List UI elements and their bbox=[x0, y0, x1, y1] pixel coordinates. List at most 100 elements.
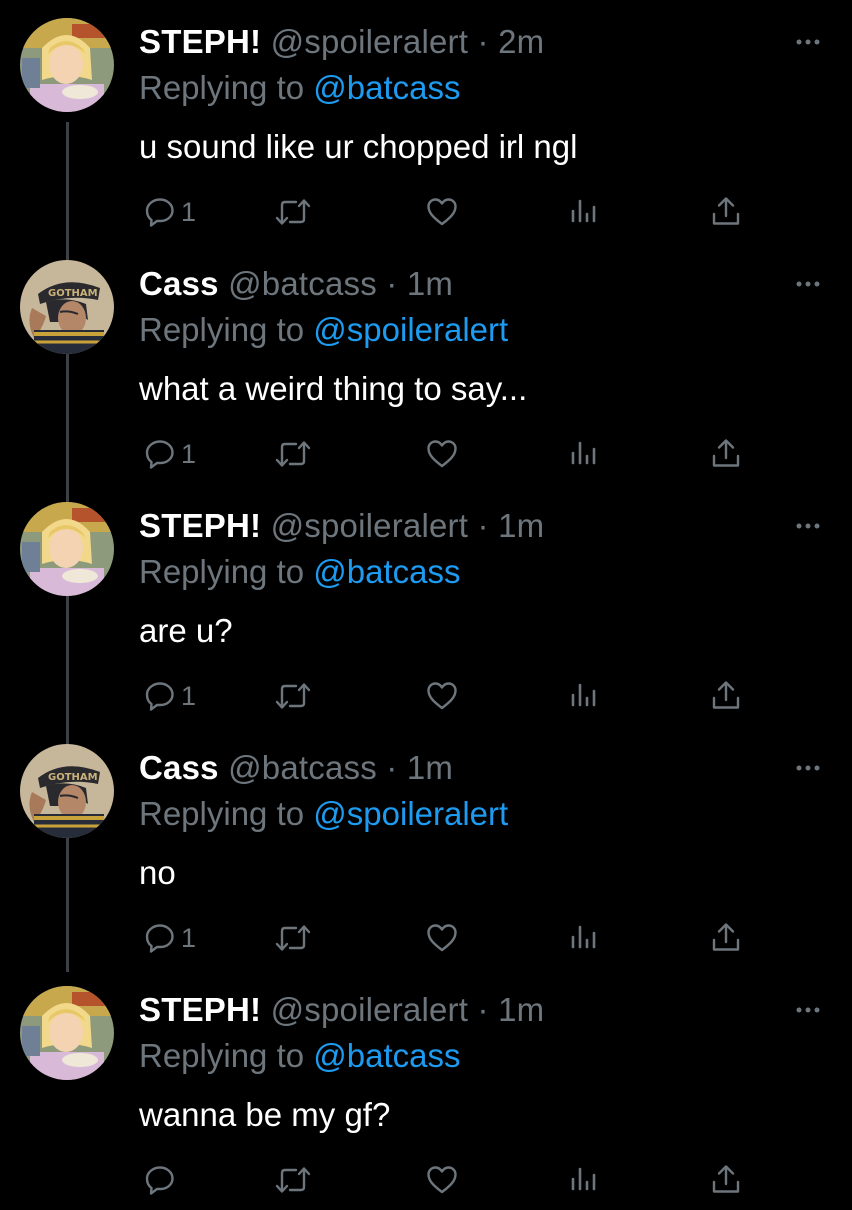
author-handle[interactable]: @spoileralert bbox=[271, 991, 469, 1028]
analytics-icon bbox=[568, 195, 598, 229]
tweet-header: Cass @batcass · 1m bbox=[139, 746, 453, 790]
analytics-button[interactable] bbox=[568, 676, 598, 716]
author-name[interactable]: Cass bbox=[139, 265, 219, 302]
tweet[interactable]: STEPH! @spoileralert · 1m Replying to @b… bbox=[0, 968, 852, 1210]
retweet-icon bbox=[274, 1163, 312, 1197]
replying-to-label: Replying to bbox=[139, 69, 305, 106]
like-button[interactable] bbox=[425, 918, 459, 958]
tweet-timestamp[interactable]: 1m bbox=[498, 507, 544, 544]
tweet[interactable]: GOTHAM Cass @batcass · 1m Replying to @s… bbox=[0, 242, 852, 484]
author-name[interactable]: STEPH! bbox=[139, 507, 261, 544]
tweet-text: u sound like ur chopped irl ngl bbox=[139, 128, 578, 165]
tweet[interactable]: STEPH! @spoileralert · 1m Replying to @b… bbox=[0, 484, 852, 726]
reply-button[interactable] bbox=[143, 1160, 181, 1200]
analytics-button[interactable] bbox=[568, 918, 598, 958]
replying-to-label: Replying to bbox=[139, 795, 305, 832]
author-name[interactable]: STEPH! bbox=[139, 23, 261, 60]
reply-button[interactable]: 1 bbox=[143, 192, 196, 232]
analytics-icon bbox=[568, 1163, 598, 1197]
reply-icon bbox=[143, 195, 177, 229]
action-bar: 1 bbox=[139, 676, 839, 716]
retweet-button[interactable] bbox=[274, 918, 312, 958]
like-button[interactable] bbox=[425, 676, 459, 716]
header-separator: · bbox=[477, 507, 489, 544]
svg-text:GOTHAM: GOTHAM bbox=[48, 772, 98, 783]
replying-to-mention[interactable]: @batcass bbox=[313, 553, 460, 590]
header-separator: · bbox=[386, 749, 398, 786]
more-icon[interactable] bbox=[788, 272, 828, 296]
retweet-button[interactable] bbox=[274, 434, 312, 474]
tweet[interactable]: GOTHAM Cass @batcass · 1m Replying to @s… bbox=[0, 726, 852, 968]
tweet-header: STEPH! @spoileralert · 2m bbox=[139, 20, 544, 64]
replying-to-mention[interactable]: @batcass bbox=[313, 69, 460, 106]
replying-to: Replying to @spoileralert bbox=[139, 792, 508, 836]
analytics-button[interactable] bbox=[568, 1160, 598, 1200]
replying-to-label: Replying to bbox=[139, 311, 305, 348]
cass-avatar-icon[interactable]: GOTHAM bbox=[20, 744, 114, 838]
replying-to-mention[interactable]: @spoileralert bbox=[313, 311, 508, 348]
tweet-timestamp[interactable]: 1m bbox=[407, 749, 453, 786]
reply-button[interactable]: 1 bbox=[143, 434, 196, 474]
tweet-text: wanna be my gf? bbox=[139, 1096, 391, 1133]
replying-to-mention[interactable]: @spoileralert bbox=[313, 795, 508, 832]
share-icon bbox=[709, 1163, 743, 1197]
retweet-icon bbox=[274, 195, 312, 229]
author-handle[interactable]: @spoileralert bbox=[271, 23, 469, 60]
share-icon bbox=[709, 437, 743, 471]
like-icon bbox=[425, 921, 459, 955]
reply-count: 1 bbox=[181, 923, 197, 953]
author-handle[interactable]: @batcass bbox=[228, 749, 377, 786]
retweet-button[interactable] bbox=[274, 676, 312, 716]
more-icon[interactable] bbox=[788, 756, 828, 780]
action-bar: 1 bbox=[139, 434, 839, 474]
header-separator: · bbox=[386, 265, 398, 302]
retweet-button[interactable] bbox=[274, 1160, 312, 1200]
tweet-timestamp[interactable]: 2m bbox=[498, 23, 544, 60]
replying-to: Replying to @spoileralert bbox=[139, 308, 508, 352]
reply-count: 1 bbox=[181, 681, 197, 711]
like-button[interactable] bbox=[425, 434, 459, 474]
share-button[interactable] bbox=[709, 434, 743, 474]
cass-avatar-icon[interactable]: GOTHAM bbox=[20, 260, 114, 354]
like-button[interactable] bbox=[425, 192, 459, 232]
replying-to: Replying to @batcass bbox=[139, 66, 461, 110]
more-icon[interactable] bbox=[788, 998, 828, 1022]
steph-avatar-icon[interactable] bbox=[20, 502, 114, 596]
author-name[interactable]: STEPH! bbox=[139, 991, 261, 1028]
like-icon bbox=[425, 437, 459, 471]
share-button[interactable] bbox=[709, 1160, 743, 1200]
action-bar: 1 bbox=[139, 192, 839, 232]
author-handle[interactable]: @batcass bbox=[228, 265, 377, 302]
tweet-timestamp[interactable]: 1m bbox=[407, 265, 453, 302]
author-name[interactable]: Cass bbox=[139, 749, 219, 786]
more-icon[interactable] bbox=[788, 514, 828, 538]
like-icon bbox=[425, 1163, 459, 1197]
tweet[interactable]: STEPH! @spoileralert · 2m Replying to @b… bbox=[0, 0, 852, 242]
tweet-timestamp[interactable]: 1m bbox=[498, 991, 544, 1028]
tweet-header: STEPH! @spoileralert · 1m bbox=[139, 988, 544, 1032]
like-icon bbox=[425, 679, 459, 713]
reply-icon bbox=[143, 437, 177, 471]
reply-button[interactable]: 1 bbox=[143, 676, 196, 716]
like-button[interactable] bbox=[425, 1160, 459, 1200]
steph-avatar-icon[interactable] bbox=[20, 18, 114, 112]
analytics-button[interactable] bbox=[568, 192, 598, 232]
header-separator: · bbox=[477, 23, 489, 60]
retweet-button[interactable] bbox=[274, 192, 312, 232]
replying-to-label: Replying to bbox=[139, 1037, 305, 1074]
author-handle[interactable]: @spoileralert bbox=[271, 507, 469, 544]
more-icon[interactable] bbox=[788, 30, 828, 54]
analytics-icon bbox=[568, 921, 598, 955]
replying-to: Replying to @batcass bbox=[139, 550, 461, 594]
replying-to-mention[interactable]: @batcass bbox=[313, 1037, 460, 1074]
share-button[interactable] bbox=[709, 676, 743, 716]
analytics-icon bbox=[568, 679, 598, 713]
share-button[interactable] bbox=[709, 918, 743, 958]
analytics-button[interactable] bbox=[568, 434, 598, 474]
retweet-icon bbox=[274, 437, 312, 471]
tweet-header: STEPH! @spoileralert · 1m bbox=[139, 504, 544, 548]
share-button[interactable] bbox=[709, 192, 743, 232]
share-icon bbox=[709, 679, 743, 713]
reply-button[interactable]: 1 bbox=[143, 918, 196, 958]
steph-avatar-icon[interactable] bbox=[20, 986, 114, 1080]
